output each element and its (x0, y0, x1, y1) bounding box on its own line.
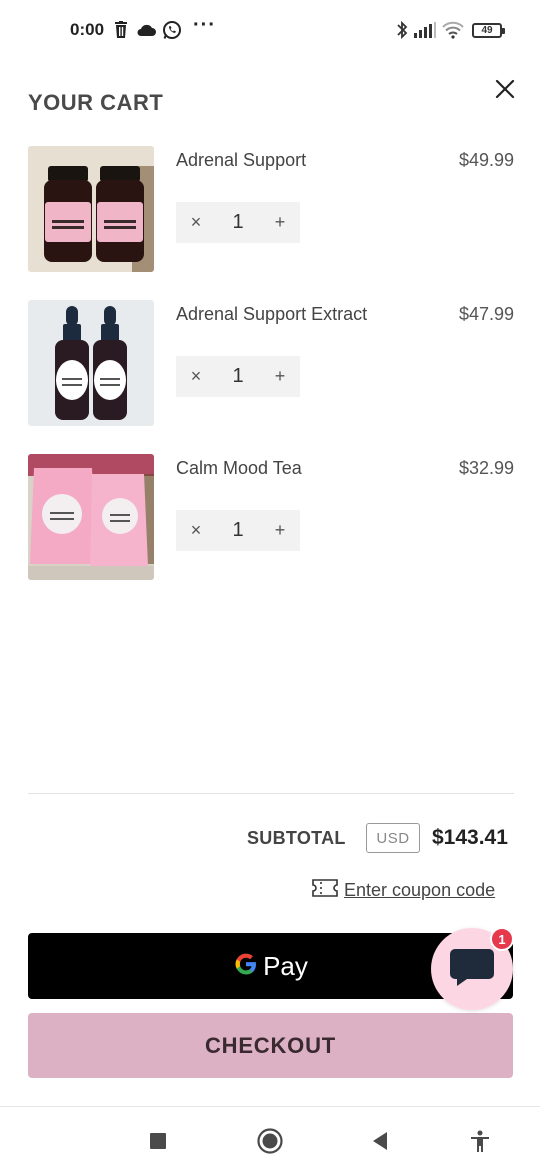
product-name[interactable]: Adrenal Support Extract (176, 304, 367, 325)
status-time: 0:00 (70, 20, 105, 39)
cart-item: Calm Mood Tea $32.99 × 1 + (28, 454, 514, 582)
product-price: $32.99 (458, 458, 514, 478)
product-image[interactable] (28, 454, 154, 580)
decrease-quantity-button[interactable]: × (176, 356, 216, 397)
product-name[interactable]: Adrenal Support (176, 150, 306, 171)
more-dots-icon: ··· (193, 14, 216, 36)
coupon-link[interactable]: Enter coupon code (312, 879, 495, 902)
coupon-link-text[interactable]: Enter coupon code (344, 880, 495, 901)
recents-square-icon[interactable] (140, 1123, 176, 1159)
quantity-value: 1 (232, 519, 244, 541)
quantity-stepper: × 1 + (176, 510, 300, 551)
google-pay-label: Pay (263, 950, 308, 981)
trash-icon (113, 20, 129, 40)
bluetooth-icon (396, 20, 408, 40)
divider (28, 793, 514, 794)
battery-indicator: 49 (472, 23, 505, 38)
product-price: $47.99 (458, 304, 514, 324)
quantity-stepper: × 1 + (176, 202, 300, 243)
signal-icon (414, 20, 436, 40)
subtotal-label: SUBTOTAL (247, 828, 346, 848)
increase-quantity-button[interactable]: + (260, 356, 300, 397)
quantity-value: 1 (232, 211, 244, 233)
wifi-icon (442, 20, 464, 40)
chat-bubble-icon (449, 947, 495, 992)
whatsapp-icon (162, 20, 182, 40)
product-name[interactable]: Calm Mood Tea (176, 458, 302, 479)
product-image[interactable] (28, 146, 154, 272)
accessibility-icon[interactable] (462, 1123, 498, 1159)
quantity-stepper: × 1 + (176, 356, 300, 397)
quantity-value: 1 (232, 365, 244, 387)
product-image[interactable] (28, 300, 154, 426)
cart-title: YOUR CART (28, 90, 164, 115)
system-navigation-bar (0, 1106, 540, 1170)
ticket-icon (312, 879, 338, 902)
cart-item: Adrenal Support $49.99 × 1 + (28, 146, 514, 274)
increase-quantity-button[interactable]: + (260, 510, 300, 551)
checkout-button[interactable]: CHECKOUT (28, 1013, 513, 1078)
currency-selector[interactable]: USD (366, 823, 420, 853)
google-g-icon (233, 951, 259, 982)
cart-item: Adrenal Support Extract $47.99 × 1 + (28, 300, 514, 428)
product-price: $49.99 (458, 150, 514, 170)
back-triangle-icon[interactable] (362, 1123, 398, 1159)
close-button[interactable] (490, 76, 520, 106)
subtotal-value: $143.41 (432, 826, 508, 849)
increase-quantity-button[interactable]: + (260, 202, 300, 243)
status-bar: 0:00 ··· 49 (0, 0, 540, 62)
chat-notification-badge: 1 (490, 927, 514, 951)
cloud-icon (136, 20, 156, 40)
decrease-quantity-button[interactable]: × (176, 202, 216, 243)
close-icon (495, 79, 515, 104)
home-circle-icon[interactable] (252, 1123, 288, 1159)
decrease-quantity-button[interactable]: × (176, 510, 216, 551)
